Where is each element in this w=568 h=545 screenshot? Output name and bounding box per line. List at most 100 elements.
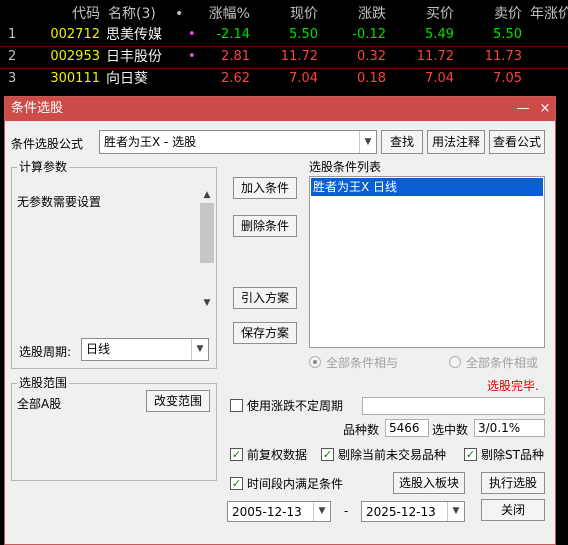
row-chg: 0.18 bbox=[357, 71, 386, 86]
range-value: 全部A股 bbox=[17, 397, 62, 411]
row-mark: • bbox=[188, 49, 196, 64]
range-group-title: 选股范围 bbox=[17, 376, 70, 390]
row-sell: 7.05 bbox=[493, 71, 522, 86]
radio-or[interactable] bbox=[449, 356, 461, 368]
condition-list-label: 选股条件列表 bbox=[309, 160, 382, 174]
row-index: 2 bbox=[8, 49, 17, 64]
date-to-value: 2025-12-13 bbox=[366, 505, 436, 519]
change-range-button[interactable]: 改变范围 bbox=[146, 390, 210, 412]
close-icon[interactable]: × bbox=[537, 97, 553, 121]
row-index: 3 bbox=[8, 71, 17, 86]
var-period-checkbox[interactable] bbox=[230, 399, 243, 412]
view-formula-button[interactable]: 查看公式 bbox=[489, 130, 545, 154]
params-text: 无参数需要设置 bbox=[17, 195, 102, 209]
to-block-button[interactable]: 选股入板块 bbox=[393, 472, 465, 494]
header-sell[interactable]: 卖价 bbox=[460, 3, 522, 25]
chevron-down-icon[interactable]: ▼ bbox=[313, 502, 330, 521]
radio-or-label: 全部条件相或 bbox=[466, 356, 539, 370]
table-row[interactable]: 2 002953 日丰股份 • 2.81 11.72 0.32 11.72 11… bbox=[0, 46, 568, 68]
header-dot: • bbox=[175, 6, 184, 22]
row-name: 日丰股份 bbox=[106, 49, 162, 65]
date-from-picker[interactable]: 2005-12-13 ▼ bbox=[227, 501, 331, 522]
header-chg[interactable]: 涨跌 bbox=[324, 3, 386, 25]
scroll-down-icon[interactable]: ▼ bbox=[199, 295, 215, 311]
list-item[interactable]: 胜者为王X 日线 bbox=[311, 178, 543, 196]
dialog-titlebar[interactable]: 条件选股 — × bbox=[5, 97, 555, 121]
formula-combo[interactable]: 胜者为王X - 选股 ▼ bbox=[99, 130, 377, 154]
row-index: 1 bbox=[8, 27, 17, 42]
formula-value: 胜者为王X - 选股 bbox=[104, 135, 197, 149]
usage-button[interactable]: 用法注释 bbox=[427, 130, 485, 154]
st-checkbox[interactable]: ✓ bbox=[464, 448, 477, 461]
row-sell: 11.73 bbox=[484, 49, 522, 64]
header-name[interactable]: 名称(3) bbox=[108, 3, 178, 25]
row-name: 思美传媒 bbox=[106, 27, 162, 43]
scroll-up-icon[interactable]: ▲ bbox=[199, 187, 215, 203]
save-scheme-button[interactable]: 保存方案 bbox=[233, 322, 297, 344]
st-label: 剔除ST品种 bbox=[481, 448, 544, 462]
row-pct: 2.62 bbox=[221, 71, 250, 86]
params-scrollbar[interactable]: ▲ ▼ bbox=[199, 187, 215, 311]
header-price[interactable]: 现价 bbox=[256, 3, 318, 25]
header-code[interactable]: 代码 bbox=[40, 3, 100, 25]
row-mark: • bbox=[188, 27, 196, 42]
fq-checkbox[interactable]: ✓ bbox=[230, 448, 243, 461]
chevron-down-icon[interactable]: ▼ bbox=[359, 131, 376, 153]
var-period-label: 使用涨跌不定周期 bbox=[247, 399, 344, 413]
time-label: 时间段内满足条件 bbox=[247, 477, 344, 491]
exclude-label: 剔除当前未交易品种 bbox=[338, 448, 447, 462]
quote-grid: 代码 名称(3) • 涨幅% 现价 涨跌 买价 卖价 年涨价 1 002712 … bbox=[0, 0, 568, 92]
dialog-title: 条件选股 bbox=[11, 101, 64, 116]
count-label: 品种数 bbox=[343, 423, 380, 437]
delete-condition-button[interactable]: 删除条件 bbox=[233, 215, 297, 237]
period-combo[interactable]: 日线 ▼ bbox=[81, 338, 209, 361]
selected-label: 选中数 bbox=[432, 423, 469, 437]
date-to-picker[interactable]: 2025-12-13 ▼ bbox=[361, 501, 465, 522]
grid-header: 代码 名称(3) • 涨幅% 现价 涨跌 买价 卖价 年涨价 bbox=[0, 3, 568, 25]
var-period-input[interactable] bbox=[362, 397, 545, 415]
row-buy: 5.49 bbox=[425, 27, 454, 42]
fq-label: 前复权数据 bbox=[247, 448, 308, 462]
header-extra[interactable]: 年涨价 bbox=[530, 3, 568, 25]
row-code: 002953 bbox=[50, 49, 100, 64]
selected-value: 3/0.1% bbox=[474, 419, 545, 437]
row-code: 002712 bbox=[50, 27, 100, 42]
row-buy: 11.72 bbox=[416, 49, 454, 64]
find-button[interactable]: 查找 bbox=[381, 130, 423, 154]
condition-list[interactable]: 胜者为王X 日线 bbox=[309, 176, 545, 348]
condition-select-dialog: 条件选股 — × 条件选股公式 胜者为王X - 选股 ▼ 查找 用法注释 查看公… bbox=[4, 96, 556, 545]
minimize-icon[interactable]: — bbox=[515, 97, 531, 121]
import-scheme-button[interactable]: 引入方案 bbox=[233, 287, 297, 309]
table-row[interactable]: 3 300111 向日葵 2.62 7.04 0.18 7.04 7.05 bbox=[0, 68, 568, 90]
row-name: 向日葵 bbox=[106, 71, 148, 87]
row-chg: 0.32 bbox=[357, 49, 386, 64]
row-code: 300111 bbox=[50, 71, 100, 86]
table-row[interactable]: 1 002712 思美传媒 • -2.14 5.50 -0.12 5.49 5.… bbox=[0, 24, 568, 46]
period-label: 选股周期: bbox=[19, 345, 72, 359]
chevron-down-icon[interactable]: ▼ bbox=[191, 339, 208, 360]
formula-label: 条件选股公式 bbox=[11, 137, 84, 151]
add-condition-button[interactable]: 加入条件 bbox=[233, 177, 297, 199]
execute-button[interactable]: 执行选股 bbox=[481, 472, 545, 494]
row-price: 11.72 bbox=[280, 49, 318, 64]
radio-and-label: 全部条件相与 bbox=[326, 356, 399, 370]
close-button[interactable]: 关闭 bbox=[481, 499, 545, 521]
chevron-down-icon[interactable]: ▼ bbox=[447, 502, 464, 521]
header-buy[interactable]: 买价 bbox=[392, 3, 454, 25]
time-checkbox[interactable]: ✓ bbox=[230, 477, 243, 490]
header-pct[interactable]: 涨幅% bbox=[198, 3, 250, 25]
radio-and[interactable] bbox=[309, 356, 321, 368]
date-from-value: 2005-12-13 bbox=[232, 505, 302, 519]
date-separator: - bbox=[344, 504, 349, 518]
count-value: 5466 bbox=[385, 419, 429, 437]
row-pct: -2.14 bbox=[216, 27, 250, 42]
status-text: 选股完毕. bbox=[487, 379, 539, 393]
row-pct: 2.81 bbox=[221, 49, 250, 64]
params-group-title: 计算参数 bbox=[17, 160, 70, 174]
row-buy: 7.04 bbox=[425, 71, 454, 86]
row-price: 7.04 bbox=[289, 71, 318, 86]
scroll-thumb[interactable] bbox=[200, 203, 214, 263]
row-sell: 5.50 bbox=[493, 27, 522, 42]
exclude-checkbox[interactable]: ✓ bbox=[321, 448, 334, 461]
period-value: 日线 bbox=[86, 342, 111, 356]
